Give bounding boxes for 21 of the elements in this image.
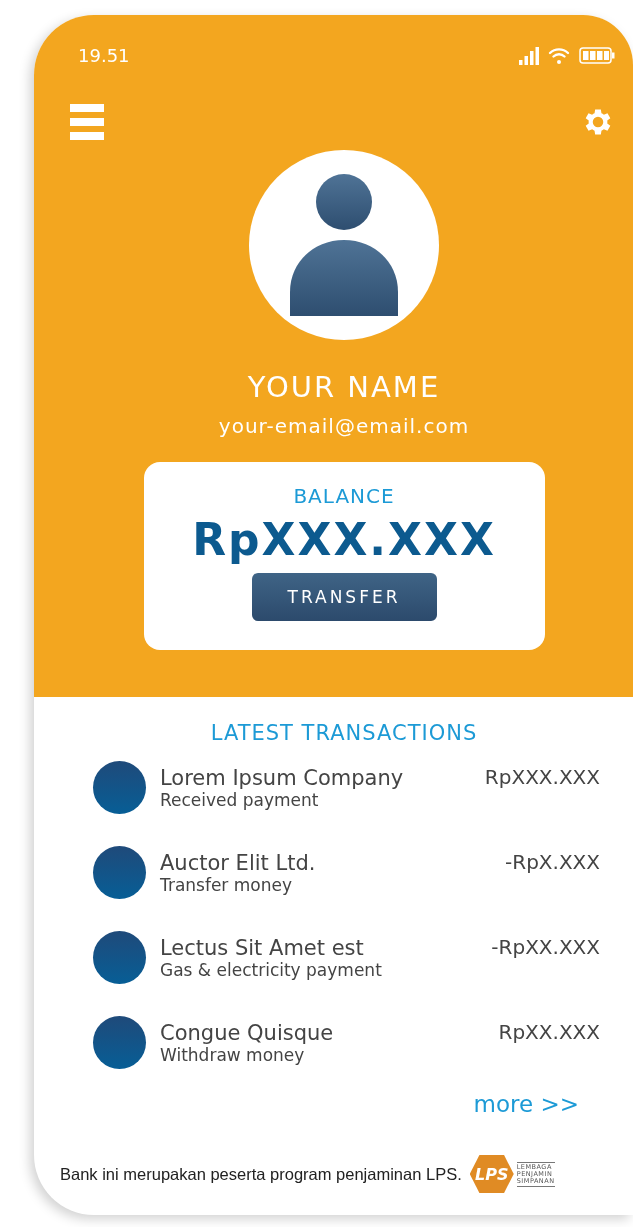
user-name: YOUR NAME <box>247 370 441 404</box>
lps-logo-mark: LPS <box>469 1155 514 1193</box>
transaction-name: Auctor Elit Ltd. <box>160 850 317 875</box>
transaction-description: Transfer money <box>160 874 293 895</box>
transaction-amount: RpXXX.XXX <box>484 765 600 789</box>
transfer-button[interactable]: TRANSFER <box>251 573 437 621</box>
balance-label: BALANCE <box>293 484 395 508</box>
status-time: 19.51 <box>78 45 130 66</box>
transaction-description: Gas & electricity payment <box>160 959 383 980</box>
transaction-amount: -RpXX.XXX <box>491 935 600 959</box>
transaction-amount: -RpX.XXX <box>505 850 600 874</box>
footer-text: Bank ini merupakan peserta program penjaminan LPS. <box>60 1164 462 1184</box>
user-email: your-email@email.com <box>218 414 470 438</box>
balance-amount: RpXXX.XXX <box>192 514 496 565</box>
transaction-description: Received payment <box>160 789 320 810</box>
transaction-name: Lectus Sit Amet est <box>160 935 365 960</box>
transaction-name: Lorem Ipsum Company <box>160 765 405 790</box>
transactions-title: LATEST TRANSACTIONS <box>210 721 478 745</box>
transaction-description: Withdraw money <box>160 1044 306 1065</box>
transaction-amount: RpXX.XXX <box>498 1020 600 1044</box>
transaction-name: Congue Quisque <box>160 1020 335 1045</box>
